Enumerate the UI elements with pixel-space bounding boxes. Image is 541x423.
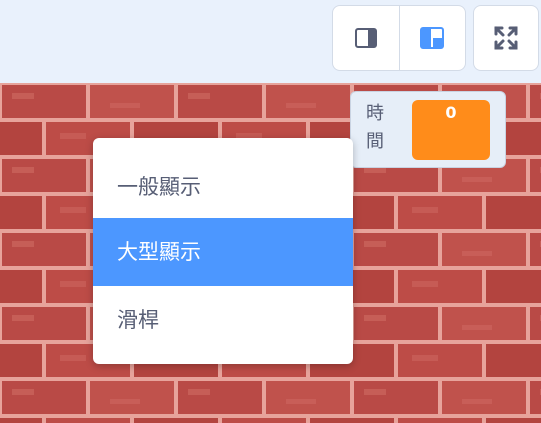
- small-stage-icon: [354, 28, 377, 48]
- monitor-context-menu: 一般顯示 大型顯示 滑桿: [93, 138, 353, 364]
- monitor-label: 時間: [366, 103, 384, 152]
- fullscreen-icon: [494, 26, 518, 50]
- menu-item-large-readout[interactable]: 大型顯示: [93, 218, 353, 286]
- menu-item-slider[interactable]: 滑桿: [93, 286, 353, 354]
- normal-stage-icon: [420, 27, 445, 49]
- menu-item-normal-readout[interactable]: 一般顯示: [93, 153, 353, 221]
- small-stage-button[interactable]: [333, 6, 399, 70]
- monitor-value: 0: [412, 100, 490, 160]
- stage-size-toggle: [332, 5, 466, 71]
- normal-stage-button[interactable]: [398, 6, 466, 70]
- variable-monitor[interactable]: 時間 0: [350, 91, 506, 168]
- stage-header: [0, 0, 541, 83]
- fullscreen-button[interactable]: [473, 5, 539, 71]
